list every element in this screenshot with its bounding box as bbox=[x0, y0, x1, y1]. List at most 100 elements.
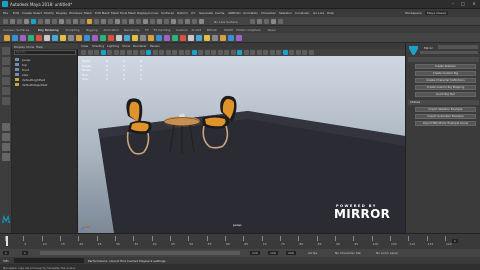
viewport-tool-icon[interactable] bbox=[107, 50, 112, 55]
shelf-tool-icon[interactable] bbox=[92, 35, 98, 41]
menu-item-arnold[interactable]: ARNOLD bbox=[228, 11, 241, 15]
viewport-tool-icon[interactable] bbox=[81, 50, 86, 55]
minimize-icon[interactable]: – bbox=[448, 1, 458, 7]
status-tool-icon[interactable] bbox=[257, 18, 262, 24]
mirror-section-rigging-header[interactable] bbox=[408, 57, 479, 62]
shelf-tab[interactable]: Rigging bbox=[86, 28, 97, 32]
start-time-field[interactable]: 1 bbox=[3, 251, 9, 255]
viewport-tool-icon[interactable] bbox=[308, 50, 314, 55]
animation-end-field[interactable]: 200 bbox=[286, 251, 296, 255]
status-tool-icon[interactable] bbox=[150, 18, 155, 24]
viewport-tool-icon[interactable] bbox=[230, 50, 236, 55]
menu-item-character[interactable]: Character bbox=[261, 11, 276, 15]
outliner-item-default-object-set[interactable]: defaultObjectSet bbox=[22, 83, 47, 87]
menu-item-surfaces[interactable]: Surfaces bbox=[161, 11, 174, 15]
menu-item-create[interactable]: Create bbox=[22, 11, 32, 15]
shelf-tool-icon[interactable] bbox=[60, 35, 66, 41]
scale-tool-icon[interactable] bbox=[2, 97, 10, 105]
shelf-tool-icon[interactable] bbox=[172, 35, 178, 41]
viewport-tool-icon[interactable] bbox=[152, 50, 158, 55]
status-tool-icon[interactable] bbox=[264, 18, 269, 24]
status-tool-icon[interactable] bbox=[17, 18, 22, 24]
status-tool-icon[interactable] bbox=[143, 18, 148, 24]
utilities-section-header[interactable]: Utilities bbox=[408, 100, 479, 105]
shelf-tool-icon[interactable] bbox=[76, 35, 82, 41]
outliner-item-default-light-set[interactable]: defaultLightSet bbox=[22, 78, 45, 82]
select-tool-icon[interactable] bbox=[2, 47, 10, 55]
menu-item-uv[interactable]: UV bbox=[191, 11, 195, 15]
viewport-tool-icon[interactable] bbox=[172, 50, 177, 55]
status-tool-icon[interactable] bbox=[136, 18, 141, 24]
viewport-menu-renderer[interactable]: Renderer bbox=[133, 44, 147, 48]
menu-item-display[interactable]: Display bbox=[56, 11, 67, 15]
menu-item-cache[interactable]: Cache bbox=[215, 11, 224, 15]
shelf-tab[interactable]: Curves / Surfaces bbox=[3, 28, 29, 32]
outliner-menu-display[interactable]: Display bbox=[14, 45, 25, 49]
playback-start-field[interactable]: 1 bbox=[22, 251, 28, 255]
time-slider[interactable]: 1510152025303540455055606570758085909510… bbox=[0, 233, 480, 249]
status-tool-icon[interactable] bbox=[73, 18, 78, 24]
shelf-tool-icon[interactable] bbox=[148, 35, 154, 41]
viewport-tool-icon[interactable] bbox=[269, 50, 275, 55]
single-pane-layout-icon[interactable] bbox=[2, 123, 10, 131]
command-input[interactable] bbox=[14, 258, 84, 263]
outliner-item-persp[interactable]: persp bbox=[22, 58, 30, 62]
viewport-scene[interactable]: Verts: 0 0 0 Edges: 0 0 0 Faces: 0 0 0 Tris: 0 0 0 UVs: 0… bbox=[78, 56, 405, 233]
status-tool-icon[interactable] bbox=[271, 18, 276, 24]
viewport-menu-shading[interactable]: Shading bbox=[92, 44, 104, 48]
shelf-tab[interactable]: Sculpting bbox=[66, 28, 80, 32]
status-tool-icon[interactable] bbox=[59, 18, 64, 24]
menu-item-go-live[interactable]: Go Live bbox=[313, 11, 324, 15]
menu-item-skeleton[interactable]: Skeleton bbox=[279, 11, 292, 15]
shelf-tool-icon[interactable] bbox=[196, 35, 202, 41]
menu-item-help[interactable]: Help bbox=[327, 11, 334, 15]
menu-item-mesh-tools[interactable]: Mesh Tools bbox=[111, 11, 127, 15]
symmetry-status[interactable]: No Live Surface bbox=[214, 20, 238, 24]
status-tool-icon[interactable] bbox=[80, 18, 85, 24]
status-tool-icon[interactable] bbox=[115, 18, 120, 24]
shelf-tab[interactable]: Poly Modeling bbox=[38, 28, 59, 32]
lasso-tool-icon[interactable] bbox=[2, 57, 10, 65]
shelf-tool-icon[interactable] bbox=[4, 35, 10, 41]
viewport-tool-icon[interactable] bbox=[100, 50, 106, 55]
outliner-item-front[interactable]: front bbox=[22, 68, 29, 72]
status-tool-icon[interactable] bbox=[24, 18, 29, 24]
menu-item-deform[interactable]: Deform bbox=[177, 11, 188, 15]
viewport-tool-icon[interactable] bbox=[94, 50, 99, 55]
status-tool-icon[interactable] bbox=[178, 18, 183, 24]
shelf-tool-icon[interactable] bbox=[228, 35, 234, 41]
status-tool-icon[interactable] bbox=[129, 18, 134, 24]
status-tool-icon[interactable] bbox=[38, 18, 43, 24]
four-pane-layout-icon[interactable] bbox=[2, 133, 10, 141]
current-frame-field[interactable]: 1 bbox=[452, 239, 458, 243]
status-tool-icon[interactable] bbox=[192, 18, 197, 24]
menu-item-windows[interactable]: Windows bbox=[69, 11, 82, 15]
viewport-tool-icon[interactable] bbox=[282, 50, 288, 55]
shelf-tab[interactable]: Animation bbox=[104, 28, 119, 32]
shelf-tool-icon[interactable] bbox=[180, 35, 186, 41]
viewport-tool-icon[interactable] bbox=[178, 50, 184, 55]
viewport-tool-icon[interactable] bbox=[185, 50, 190, 55]
side-by-side-layout-icon[interactable] bbox=[2, 143, 10, 151]
shelf-tool-icon[interactable] bbox=[140, 35, 146, 41]
outliner-menu-show[interactable]: Show bbox=[26, 45, 34, 49]
shelf-tool-icon[interactable] bbox=[28, 35, 34, 41]
status-tool-icon[interactable] bbox=[87, 18, 92, 24]
status-tool-icon[interactable] bbox=[3, 18, 8, 24]
shelf-tool-icon[interactable] bbox=[156, 35, 162, 41]
viewport-tool-icon[interactable] bbox=[243, 50, 249, 55]
outliner-menu-help[interactable]: Help bbox=[36, 45, 43, 49]
viewport-tool-icon[interactable] bbox=[146, 50, 151, 55]
shelf-tool-icon[interactable] bbox=[52, 35, 58, 41]
viewport-tool-icon[interactable] bbox=[126, 50, 132, 55]
quick-rig-tool-button[interactable]: Quick Rig Tool bbox=[415, 92, 476, 97]
shelf-tool-icon[interactable] bbox=[12, 35, 18, 41]
import-animation-example-button[interactable]: Import Animation Example bbox=[415, 114, 476, 119]
shelf-tab[interactable]: Bifrost bbox=[207, 28, 217, 32]
shelf-tool-icon[interactable] bbox=[100, 35, 106, 41]
shelf-tool-icon[interactable] bbox=[188, 35, 194, 41]
shelf-tool-icon[interactable] bbox=[68, 35, 74, 41]
status-tool-icon[interactable] bbox=[10, 18, 15, 24]
close-icon[interactable]: × bbox=[469, 1, 479, 7]
status-tool-icon[interactable] bbox=[157, 18, 162, 24]
